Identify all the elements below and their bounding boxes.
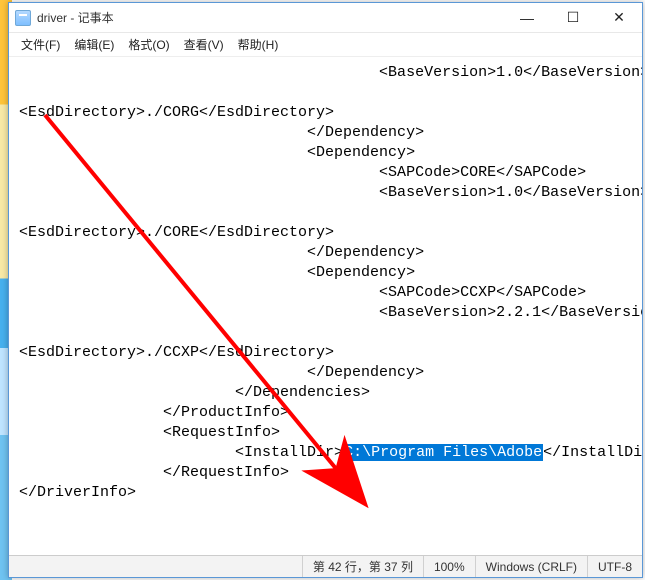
line: <Dependency> [19,144,415,161]
line: <EsdDirectory>./CORE</EsdDirectory> [19,224,334,241]
line: </Dependency> [19,244,424,261]
line: <BaseVersion>1.0</BaseVersion> [19,184,642,201]
line: </DriverInfo> [19,484,136,501]
menu-format[interactable]: 格式(O) [122,34,175,55]
menu-help[interactable]: 帮助(H) [232,34,285,55]
line: </Dependencies> [19,384,370,401]
menubar: 文件(F) 编辑(E) 格式(O) 查看(V) 帮助(H) [9,33,642,57]
line: <EsdDirectory>./CORG</EsdDirectory> [19,104,334,121]
minimize-button[interactable]: — [504,3,550,33]
menu-file[interactable]: 文件(F) [15,34,66,55]
line: <Dependency> [19,264,415,281]
line: <SAPCode>CORE</SAPCode> [19,164,586,181]
line: </ProductInfo> [19,404,289,421]
status-eol: Windows (CRLF) [475,556,587,577]
status-encoding: UTF-8 [587,556,642,577]
line: <BaseVersion>1.0</BaseVersion> [19,64,642,81]
window-title: driver - 记事本 [37,9,114,26]
close-button[interactable]: ✕ [596,3,642,33]
line: <EsdDirectory>./CCXP</EsdDirectory> [19,344,334,361]
status-zoom[interactable]: 100% [423,556,475,577]
line: <SAPCode>CCXP</SAPCode> [19,284,586,301]
editor-area[interactable]: <BaseVersion>1.0</BaseVersion> <EsdDirec… [9,57,642,555]
line-part: <InstallDir> [19,444,343,461]
menu-edit[interactable]: 编辑(E) [68,34,120,55]
menu-view[interactable]: 查看(V) [178,34,230,55]
notepad-icon [15,10,31,26]
line: <BaseVersion>2.2.1</BaseVersion> [19,304,642,321]
text-content[interactable]: <BaseVersion>1.0</BaseVersion> <EsdDirec… [9,57,642,513]
statusbar: 第 42 行，第 37 列 100% Windows (CRLF) UTF-8 [9,555,642,577]
line: <RequestInfo> [19,424,280,441]
titlebar[interactable]: driver - 记事本 — ☐ ✕ [9,3,642,33]
maximize-button[interactable]: ☐ [550,3,596,33]
notepad-window: driver - 记事本 — ☐ ✕ 文件(F) 编辑(E) 格式(O) 查看(… [8,2,643,578]
line: </RequestInfo> [19,464,289,481]
selection-install-dir[interactable]: C:\Program Files\Adobe [343,444,543,461]
line-part: </InstallDir> [543,444,642,461]
line: </Dependency> [19,364,424,381]
status-position: 第 42 行，第 37 列 [302,556,423,577]
line: </Dependency> [19,124,424,141]
